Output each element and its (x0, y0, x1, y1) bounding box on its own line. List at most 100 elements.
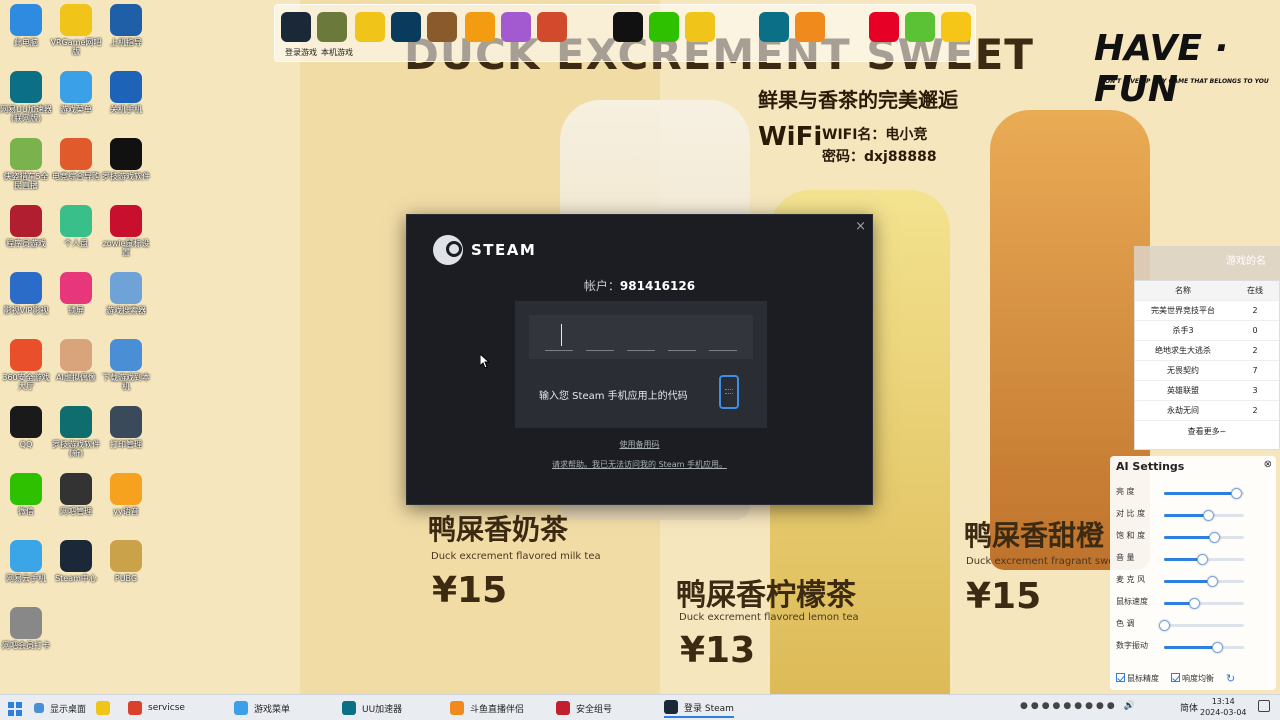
slider-handle[interactable] (1211, 642, 1223, 653)
taskbar-app-button[interactable]: 斗鱼直播伴侣 (450, 698, 524, 718)
desktop-shortcut[interactable]: 网易UU加速器(联网版) (0, 71, 52, 123)
pubg-icon (110, 540, 142, 572)
desktop-shortcut-label: AI虚拟偶像 (56, 373, 96, 382)
slider-handle[interactable] (1159, 620, 1170, 631)
desktop-shortcut[interactable]: 此电脑 (0, 4, 52, 47)
online-panel-header: 游戏的名 (1134, 246, 1280, 280)
fan-icon[interactable] (501, 12, 531, 42)
system-tray-icons[interactable]: ●●●●●●●●● 🔊 (1020, 701, 1138, 711)
windows-start-icon[interactable] (8, 701, 22, 716)
more-link[interactable]: 查看更多~ (1135, 421, 1279, 441)
clock[interactable]: 13:14 2024-03-04 (1200, 696, 1247, 718)
file-explorer-button[interactable] (96, 698, 116, 718)
lol-icon[interactable] (391, 12, 421, 42)
desktop-shortcut[interactable]: 下载游戏到本机 (100, 339, 152, 391)
g-icon[interactable] (355, 12, 385, 42)
netease-music-icon[interactable] (869, 12, 899, 42)
slider-track[interactable] (1164, 510, 1244, 521)
table-row[interactable]: 绝地求生大逃杀 2 (1135, 341, 1279, 361)
table-row[interactable]: 无畏契约 7 (1135, 361, 1279, 381)
code-slot[interactable] (626, 350, 655, 351)
code-slot[interactable] (586, 350, 615, 351)
guide-icon (110, 4, 142, 36)
loudness-checkbox[interactable]: 响度均衡 (1171, 673, 1214, 684)
desktop-shortcut[interactable]: 罗技游戏软件(新) (50, 406, 102, 458)
slider-handle[interactable] (1197, 554, 1209, 565)
desktop-shortcut[interactable]: yy语音 (100, 473, 152, 516)
desktop-shortcut-label: 360安全游戏大厅 (2, 373, 50, 391)
desktop-shortcut[interactable]: 网吧管理 (50, 473, 102, 516)
desktop-shortcut[interactable]: 关机手机 (100, 71, 152, 114)
desktop-shortcut[interactable]: 360安全游戏大厅 (0, 339, 52, 391)
desktop-shortcut[interactable]: 微信 (0, 473, 52, 516)
desktop-shortcut[interactable]: Steam中心 (50, 540, 102, 583)
desktop-shortcut[interactable]: PUBG (100, 540, 152, 583)
desktop-shortcut[interactable]: VRGame网吧版 (50, 4, 102, 56)
slider-track[interactable] (1164, 554, 1244, 565)
code-slot[interactable] (708, 350, 737, 351)
mouse-precision-checkbox[interactable]: 鼠标精度 (1116, 673, 1159, 684)
video-icon[interactable] (905, 12, 935, 42)
taskbar-app-button[interactable]: servicse (128, 698, 185, 718)
slider-handle[interactable] (1207, 576, 1218, 587)
desktop-shortcut[interactable]: 影视VIP影视 (0, 272, 52, 315)
show-desktop-button[interactable]: 显示桌面 (34, 698, 86, 718)
slider-track[interactable] (1164, 598, 1244, 609)
desktop-shortcut[interactable]: 游戏搜索器 (100, 272, 152, 315)
table-row[interactable]: 完美世界竞技平台 2 (1135, 301, 1279, 321)
desktop-shortcut[interactable]: 打印管理 (100, 406, 152, 449)
qq-icon[interactable] (613, 12, 643, 42)
table-row[interactable]: 杀手3 0 (1135, 321, 1279, 341)
slider-track[interactable] (1164, 576, 1244, 587)
desktop-shortcut[interactable]: 上机指导 (100, 4, 152, 47)
ai-settings-footer: 鼠标精度 响度均衡 ↻ (1116, 672, 1235, 685)
desktop-shortcut[interactable]: QQ (0, 406, 52, 449)
code-slot[interactable] (667, 350, 696, 351)
table-row[interactable]: 永劫无间 2 (1135, 401, 1279, 421)
close-icon[interactable]: ⊗ (1264, 459, 1272, 470)
penguin-icon[interactable] (941, 12, 971, 42)
refresh-icon[interactable]: ↻ (1226, 672, 1235, 685)
close-icon[interactable]: × (855, 219, 866, 234)
code-slot[interactable] (545, 350, 574, 351)
slider-track[interactable] (1164, 488, 1244, 499)
slider-handle[interactable] (1231, 488, 1242, 499)
desktop-shortcut[interactable]: 网易云手机 (0, 540, 52, 583)
chat-icon[interactable] (685, 12, 715, 42)
taskbar-app-button[interactable]: 登录 Steam (664, 698, 734, 718)
ai-setting-row: 数字振动 (1116, 640, 1270, 654)
desktop-shortcut[interactable]: zowie鼠标设置 (100, 205, 152, 257)
desktop-shortcut[interactable]: 锁屏 (50, 272, 102, 315)
overwatch-icon[interactable] (465, 12, 495, 42)
desktop-shortcut[interactable]: 游戏菜单 (50, 71, 102, 114)
desktop-shortcut[interactable]: 程序员游戏 (0, 205, 52, 248)
taskbar-app-button[interactable]: 安全组号 (556, 698, 612, 718)
douyu-icon[interactable] (795, 12, 825, 42)
shield-icon[interactable] (317, 12, 347, 42)
slider-handle[interactable] (1189, 598, 1201, 609)
slider-track[interactable] (1164, 532, 1244, 543)
table-row[interactable]: 英雄联盟 3 (1135, 381, 1279, 401)
desktop-shortcut[interactable]: 侠盗猎车5全民直播 (0, 138, 52, 190)
football-icon[interactable] (537, 12, 567, 42)
wechat-icon[interactable] (649, 12, 679, 42)
slider-track[interactable] (1164, 642, 1244, 653)
notification-icon[interactable] (1258, 700, 1270, 712)
taskbar-app-button[interactable]: UU加速器 (342, 698, 402, 718)
steam-icon[interactable] (281, 12, 311, 42)
desktop-shortcut[interactable]: AI虚拟偶像 (50, 339, 102, 382)
slider-handle[interactable] (1208, 532, 1220, 543)
uu-icon[interactable] (759, 12, 789, 42)
hero-icon[interactable] (427, 12, 457, 42)
code-input[interactable] (529, 315, 753, 359)
desktop-shortcut[interactable]: 个人盘 (50, 205, 102, 248)
slider-track[interactable] (1159, 620, 1244, 631)
ime-language[interactable]: 简体 (1180, 701, 1198, 714)
desktop-shortcut[interactable]: 网吧会员打卡 (0, 607, 52, 650)
desktop-shortcut[interactable]: 电竞综合导购 (50, 138, 102, 181)
taskbar-app-button[interactable]: 游戏菜单 (234, 698, 290, 718)
help-link[interactable]: 请求帮助。我已无法访问我的 Steam 手机应用。 (407, 459, 872, 470)
slider-handle[interactable] (1203, 510, 1214, 521)
desktop-shortcut[interactable]: 罗技游戏软件 (100, 138, 152, 181)
backup-code-link[interactable]: 使用备用码 (407, 439, 872, 450)
